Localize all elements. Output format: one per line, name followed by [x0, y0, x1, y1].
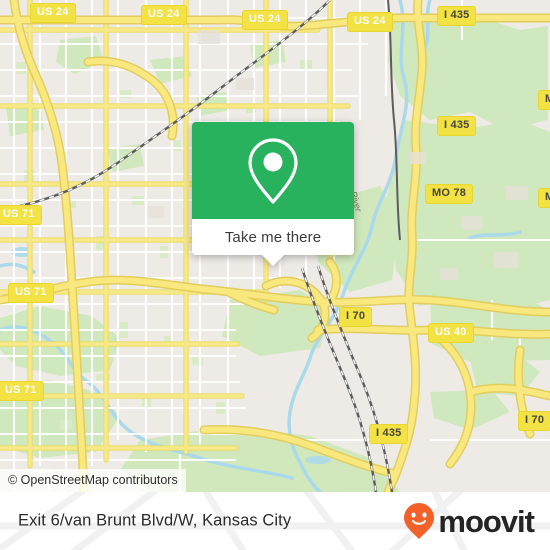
- highway-shield[interactable]: I 70: [339, 307, 373, 327]
- take-me-there-label: Take me there: [224, 228, 322, 246]
- highway-shield[interactable]: MO: [538, 90, 550, 110]
- place-title: Exit 6/van Brunt Blvd/W, Kansas City: [18, 511, 292, 530]
- moovit-wordmark: moovit: [438, 503, 535, 539]
- map-pin-icon: [248, 137, 298, 204]
- highway-shield[interactable]: US 24: [242, 10, 288, 30]
- highway-shield[interactable]: MO: [538, 188, 550, 208]
- popup-tail: [262, 255, 284, 266]
- osm-attribution[interactable]: © OpenStreetMap contributors: [0, 468, 186, 492]
- location-popup-card[interactable]: Take me there: [192, 122, 354, 266]
- highway-shield[interactable]: I 70: [518, 411, 550, 431]
- map-viewport[interactable]: River US 24 US 24 US 24 US 24 I 435 I 43…: [0, 0, 550, 492]
- highway-shield[interactable]: US 71: [0, 381, 44, 401]
- highway-shield[interactable]: I 435: [437, 6, 477, 26]
- popup-header: [192, 122, 354, 219]
- highway-shield[interactable]: US 24: [30, 3, 76, 23]
- popup-action-bar[interactable]: Take me there: [192, 219, 354, 255]
- footer-bar: Exit 6/van Brunt Blvd/W, Kansas City moo…: [0, 492, 550, 550]
- highway-shield[interactable]: I 435: [369, 424, 409, 444]
- highway-shield[interactable]: US 24: [141, 5, 187, 25]
- highway-shield[interactable]: MO 78: [425, 184, 474, 204]
- highway-shield[interactable]: US 40: [428, 323, 474, 343]
- highway-shield[interactable]: I 435: [437, 116, 477, 136]
- highway-shield[interactable]: US 71: [8, 283, 54, 303]
- highway-shield[interactable]: US 24: [347, 12, 393, 32]
- moovit-smiley-pin-icon: [404, 503, 435, 539]
- map-screenshot: River US 24 US 24 US 24 US 24 I 435 I 43…: [0, 0, 550, 550]
- highway-shield[interactable]: US 71: [0, 205, 42, 225]
- moovit-logo[interactable]: moovit: [403, 502, 535, 540]
